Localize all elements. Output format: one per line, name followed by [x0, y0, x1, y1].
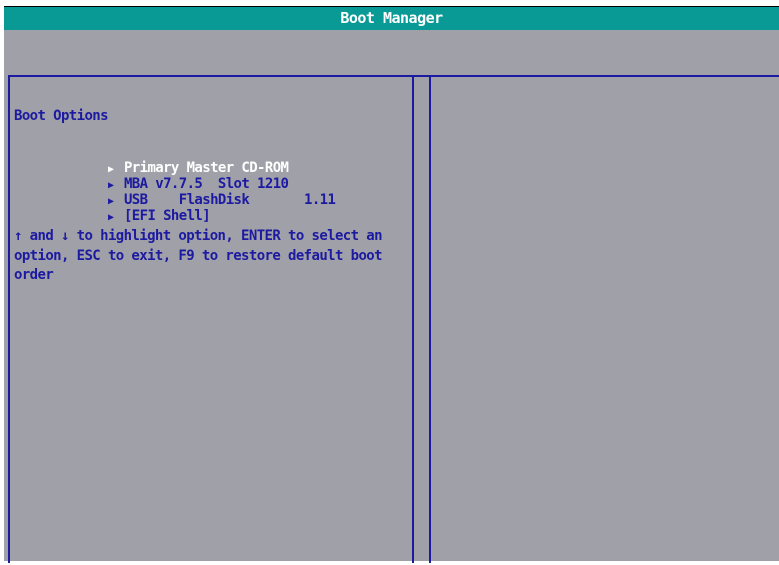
boot-option-label: MBA v7.7.5 Slot 1210 [123, 176, 289, 192]
help-line: option, ESC to exit, F9 to restore defau… [14, 247, 383, 264]
help-line: order [14, 267, 54, 283]
help-line: ↑ and ↓ to highlight option, ENTER to se… [14, 228, 383, 244]
boot-options-panel: Boot Options ▶ Primary Master CD-ROM ▶ MBA… [14, 107, 412, 286]
right-triangle-icon: ▶ [107, 212, 114, 223]
boot-option-label: [EFI Shell] [123, 208, 211, 224]
boot-options-heading: Boot Options [14, 108, 109, 124]
bios-screen: Boot Manager Boot Options ▶ Primary Maste… [4, 6, 779, 563]
window-title: Boot Manager [340, 9, 443, 27]
boot-option-label: USB FlashDisk 1.11 [123, 192, 336, 208]
help-text: ↑ and ↓ to highlight option, ENTER to se… [14, 227, 412, 286]
main-frame: Boot Options ▶ Primary Master CD-ROM ▶ MBA… [8, 75, 779, 563]
title-bar: Boot Manager [4, 6, 779, 30]
boot-option-label: Primary Master CD-ROM [123, 160, 289, 176]
boot-option-list: ▶ Primary Master CD-ROM ▶ MBA v7.7.5 Slot … [14, 144, 412, 224]
left-pane: Boot Options ▶ Primary Master CD-ROM ▶ MBA… [8, 77, 414, 563]
boot-option-primary-master-cdrom[interactable]: ▶ Primary Master CD-ROM [14, 144, 412, 176]
right-pane [431, 77, 779, 563]
